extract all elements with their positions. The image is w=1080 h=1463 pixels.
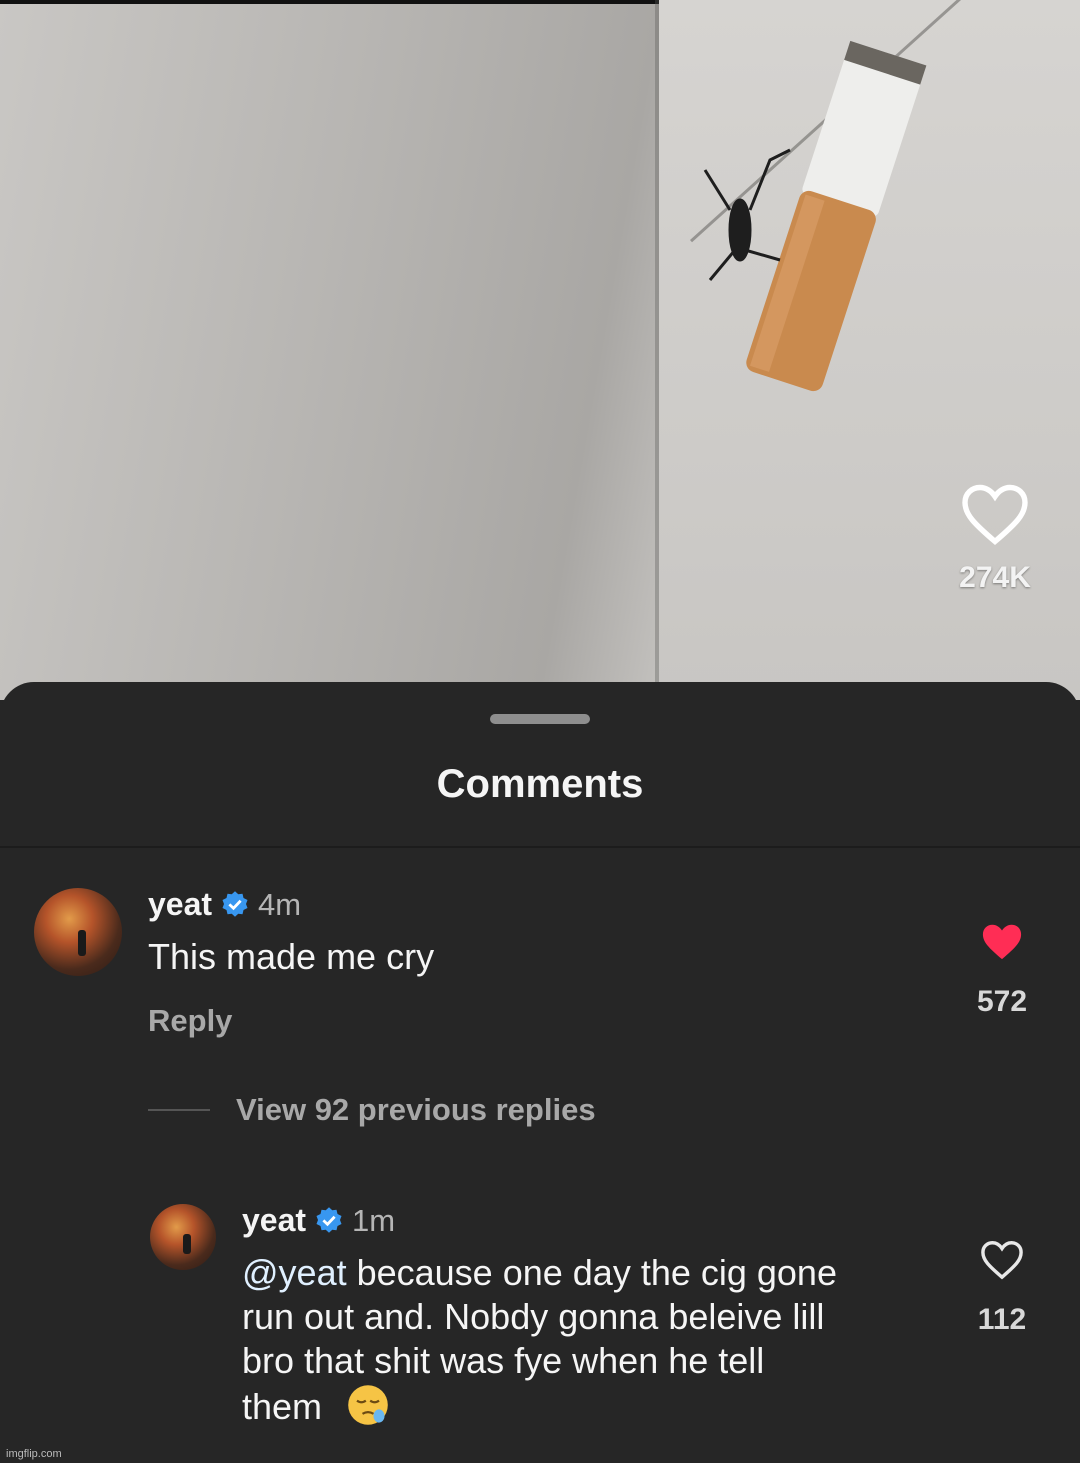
reply-button[interactable]: Reply bbox=[148, 1003, 434, 1039]
avatar-figure bbox=[183, 1234, 191, 1254]
verified-badge-icon bbox=[316, 1206, 342, 1233]
verified-badge-icon bbox=[222, 890, 248, 917]
view-replies-button[interactable]: View 92 previous replies bbox=[148, 1092, 596, 1128]
comment-time: 4m bbox=[258, 886, 302, 922]
sleepy-face-emoji-icon bbox=[348, 1385, 388, 1425]
reply-line: them bbox=[242, 1386, 323, 1427]
video-like[interactable]: 274K bbox=[955, 480, 1035, 595]
reply-header: yeat 1m bbox=[242, 1202, 942, 1239]
comment: yeat 4m This made me cry Reply bbox=[148, 886, 434, 1039]
reply-username[interactable]: yeat bbox=[242, 1202, 306, 1239]
reply-line: run out and. Nobdy gonna beleive lill bbox=[242, 1296, 825, 1337]
comment-text: This made me cry bbox=[148, 936, 435, 977]
avatar-figure bbox=[78, 930, 86, 956]
comment-username[interactable]: yeat bbox=[148, 886, 212, 923]
heart-outline-icon bbox=[962, 484, 1028, 546]
comments-sheet: Comments yeat 4m This made me cry Reply … bbox=[0, 682, 1080, 1463]
video-like-count: 274K bbox=[959, 561, 1031, 594]
reply-comment: yeat 1m @yeat because one day the cig go… bbox=[242, 1202, 942, 1429]
video-frame-edge bbox=[655, 0, 659, 700]
comment-header: yeat 4m bbox=[148, 886, 434, 923]
reply-like-button[interactable]: 112 bbox=[962, 1238, 1042, 1337]
avatar[interactable] bbox=[150, 1204, 216, 1270]
reply-line: bro that shit was fye when he tell bbox=[242, 1340, 765, 1381]
view-replies-label: View 92 previous replies bbox=[236, 1092, 596, 1127]
divider bbox=[0, 846, 1080, 848]
reply-like-count: 112 bbox=[977, 1303, 1027, 1336]
heart-filled-icon bbox=[982, 924, 1022, 960]
watermark: imgflip.com bbox=[6, 1448, 62, 1460]
comment-like-button[interactable]: 572 bbox=[962, 920, 1042, 1019]
avatar[interactable] bbox=[34, 888, 122, 976]
cigarette-image bbox=[703, 40, 927, 392]
heart-outline-icon bbox=[981, 1241, 1023, 1280]
mention-link[interactable]: @yeat bbox=[242, 1252, 347, 1293]
replies-line bbox=[148, 1109, 210, 1111]
sheet-title: Comments bbox=[436, 762, 644, 806]
reply-text: @yeat because one day the cig gone run o… bbox=[242, 1251, 942, 1429]
video-player[interactable]: 274K bbox=[0, 0, 1080, 700]
reply-line: because one day the cig gone bbox=[346, 1252, 837, 1293]
comment-like-count: 572 bbox=[976, 985, 1028, 1018]
drag-handle[interactable] bbox=[490, 714, 590, 724]
reply-time: 1m bbox=[352, 1202, 396, 1238]
